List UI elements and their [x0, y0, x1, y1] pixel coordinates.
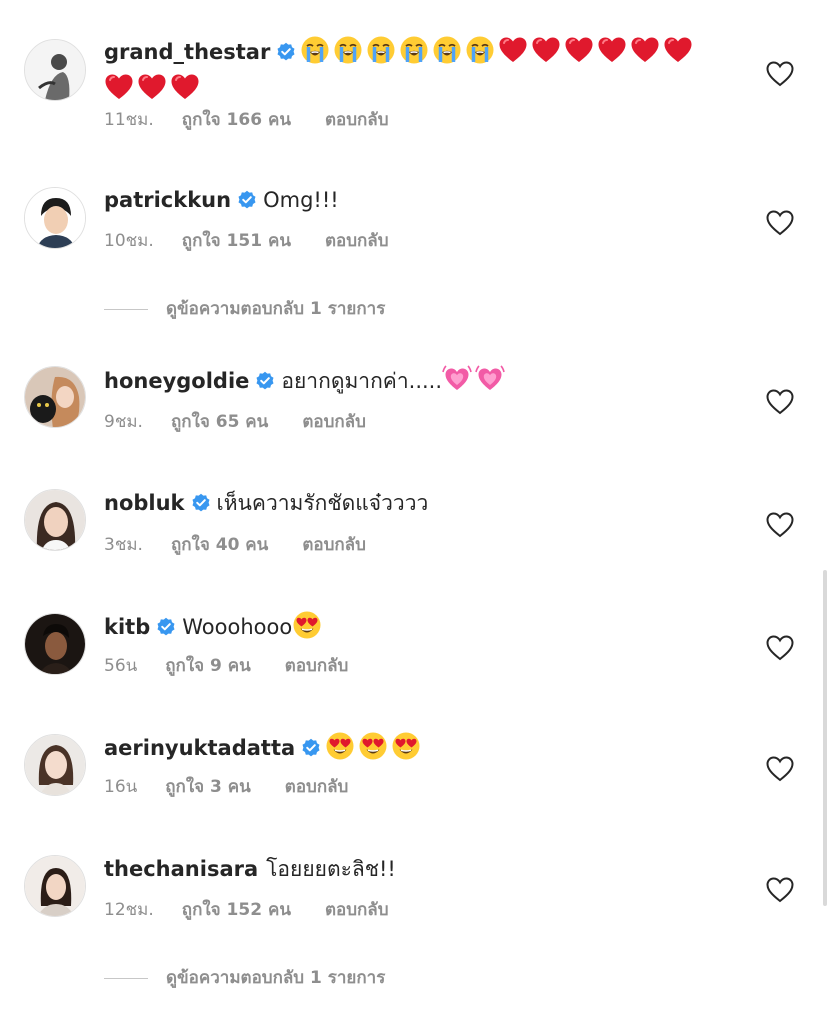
heart-outline-icon[interactable] [766, 635, 794, 661]
verified-badge-icon [237, 187, 257, 220]
comment-meta: 56น ถูกใจ 9 คน ตอบกลับ [104, 655, 348, 677]
reply-button[interactable]: ตอบกลับ [325, 899, 389, 921]
view-replies-button[interactable]: ดูข้อความตอบกลับ 1 รายการ [104, 298, 385, 320]
avatar[interactable] [24, 613, 86, 675]
red-heart-emoji [597, 35, 627, 65]
comment-text: เห็นความรักชัดแจ๋วววว [216, 491, 429, 515]
username[interactable]: honeygoldie [104, 369, 249, 393]
heart-eyes-face-emoji [325, 731, 355, 761]
timestamp: 9ชม. [104, 412, 143, 432]
reply-button[interactable]: ตอบกลับ [302, 534, 366, 556]
emoji-row [292, 611, 325, 639]
emoji-row [442, 365, 508, 393]
comment-text: Omg!!! [263, 188, 339, 212]
likes-count[interactable]: ถูกใจ 166 คน [182, 109, 291, 131]
view-replies-label: ดูข้อความตอบกลับ 1 รายการ [166, 299, 386, 319]
likes-count[interactable]: ถูกใจ 151 คน [182, 230, 291, 252]
comment-text: อยากดูมากค่า..... [281, 369, 443, 393]
comment-meta: 10ชม. ถูกใจ 151 คน ตอบกลับ [104, 230, 389, 252]
likes-count[interactable]: ถูกใจ 152 คน [182, 899, 291, 921]
reply-button[interactable]: ตอบกลับ [302, 411, 366, 433]
view-replies-label: ดูข้อความตอบกลับ 1 รายการ [166, 968, 386, 988]
username[interactable]: patrickkun [104, 188, 231, 212]
emoji-row [300, 36, 696, 64]
likes-count[interactable]: ถูกใจ 40 คน [171, 534, 268, 556]
loudly-crying-face-emoji [366, 35, 396, 65]
reply-button[interactable]: ตอบกลับ [325, 230, 389, 252]
avatar[interactable] [24, 39, 86, 101]
avatar[interactable] [24, 187, 86, 249]
avatar[interactable] [24, 489, 86, 551]
username[interactable]: aerinyuktadatta [104, 736, 295, 760]
likes-count[interactable]: ถูกใจ 9 คน [165, 655, 251, 677]
verified-badge-icon [301, 735, 321, 768]
view-replies-button[interactable]: ดูข้อความตอบกลับ 1 รายการ [104, 967, 385, 989]
growing-heart-emoji [442, 364, 472, 394]
red-heart-emoji [137, 72, 167, 102]
comment-meta: 3ชม. ถูกใจ 40 คน ตอบกลับ [104, 534, 366, 556]
heart-outline-icon[interactable] [766, 756, 794, 782]
verified-badge-icon [191, 490, 211, 523]
timestamp: 56น [104, 656, 138, 676]
verified-badge-icon [156, 614, 176, 647]
comment-meta: 9ชม. ถูกใจ 65 คน ตอบกลับ [104, 411, 366, 433]
comment-meta: 11ชม. ถูกใจ 166 คน ตอบกลับ [104, 109, 389, 131]
divider [104, 308, 148, 310]
likes-count[interactable]: ถูกใจ 3 คน [165, 776, 251, 798]
avatar[interactable] [24, 366, 86, 428]
heart-outline-icon[interactable] [766, 512, 794, 538]
divider [104, 977, 148, 979]
red-heart-emoji [630, 35, 660, 65]
heart-eyes-face-emoji [292, 610, 322, 640]
red-heart-emoji [531, 35, 561, 65]
emoji-row [104, 74, 203, 101]
username[interactable]: kitb [104, 615, 150, 639]
heart-outline-icon[interactable] [766, 61, 794, 87]
heart-outline-icon[interactable] [766, 389, 794, 415]
username[interactable]: thechanisara [104, 857, 258, 881]
red-heart-emoji [170, 72, 200, 102]
timestamp: 16น [104, 777, 138, 797]
avatar[interactable] [24, 734, 86, 796]
loudly-crying-face-emoji [465, 35, 495, 65]
likes-count[interactable]: ถูกใจ 65 คน [171, 411, 268, 433]
username[interactable]: grand_thestar [104, 40, 270, 64]
comment-meta: 16น ถูกใจ 3 คน ตอบกลับ [104, 776, 348, 798]
loudly-crying-face-emoji [432, 35, 462, 65]
heart-outline-icon[interactable] [766, 877, 794, 903]
comment-text: โอยยยตะลิช!! [266, 857, 396, 881]
growing-heart-emoji [475, 364, 505, 394]
timestamp: 12ชม. [104, 900, 154, 920]
loudly-crying-face-emoji [300, 35, 330, 65]
reply-button[interactable]: ตอบกลับ [285, 655, 349, 677]
avatar[interactable] [24, 855, 86, 917]
username[interactable]: nobluk [104, 491, 185, 515]
verified-badge-icon [255, 368, 275, 401]
reply-button[interactable]: ตอบกลับ [285, 776, 349, 798]
red-heart-emoji [104, 72, 134, 102]
loudly-crying-face-emoji [333, 35, 363, 65]
timestamp: 10ชม. [104, 231, 154, 251]
comment-meta: 12ชม. ถูกใจ 152 คน ตอบกลับ [104, 899, 389, 921]
timestamp: 3ชม. [104, 535, 143, 555]
red-heart-emoji [564, 35, 594, 65]
red-heart-emoji [498, 35, 528, 65]
heart-eyes-face-emoji [358, 731, 388, 761]
timestamp: 11ชม. [104, 110, 154, 130]
loudly-crying-face-emoji [399, 35, 429, 65]
red-heart-emoji [663, 35, 693, 65]
heart-eyes-face-emoji [391, 731, 421, 761]
verified-badge-icon [276, 39, 296, 72]
emoji-row [325, 732, 424, 760]
comment-text: Wooohooo [182, 615, 293, 639]
scrollbar[interactable] [823, 570, 827, 906]
reply-button[interactable]: ตอบกลับ [325, 109, 389, 131]
heart-outline-icon[interactable] [766, 210, 794, 236]
